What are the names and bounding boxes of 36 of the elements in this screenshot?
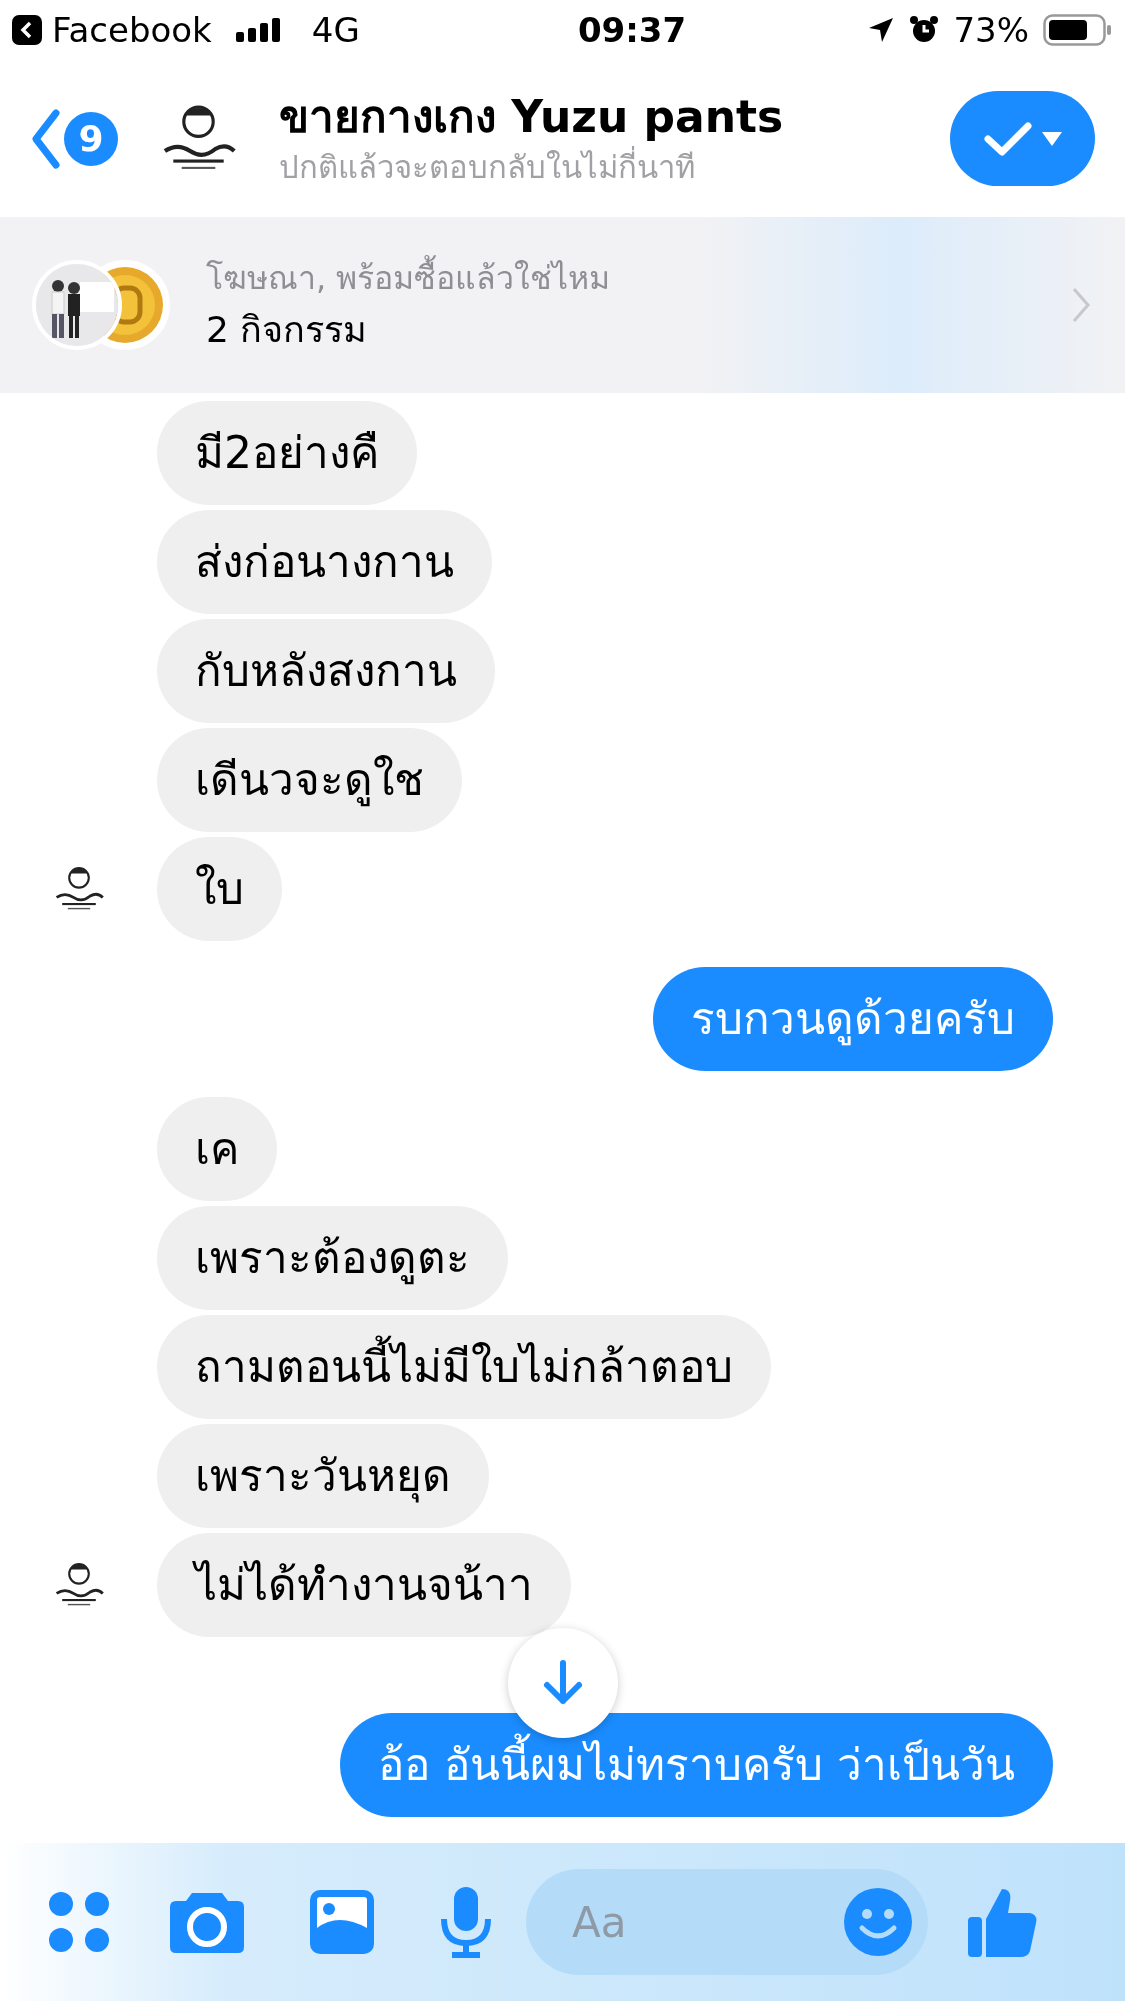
network-label: 4G — [311, 8, 360, 52]
ad-banner[interactable]: โฆษณา, พร้อมซื้อแล้วใช่ไหม 2 กิจกรรม — [0, 217, 1125, 393]
message-bubble: เพราะต้องดูตะ — [157, 1206, 508, 1310]
alarm-clock-icon — [909, 15, 940, 45]
message-bubble: อ้อ อันนี้ผมไม่ทราบครับ ว่าเป็นวัน — [340, 1713, 1053, 1817]
ad-activity-count: 2 กิจกรรม — [206, 308, 369, 352]
back-icon[interactable] — [30, 108, 60, 169]
message-bubble: เดีนวจะดูใช — [157, 728, 462, 832]
ad-label: โฆษณา, พร้อมซื้อแล้วใช่ไหม — [206, 253, 611, 303]
caret-icon — [1041, 131, 1062, 146]
battery-percent: 73% — [953, 8, 1029, 52]
message-bubble: กับหลังสงกาน — [157, 619, 495, 723]
chat-title: ขายกางเกง Yuzu pants — [279, 89, 784, 144]
location-arrow-icon — [867, 16, 896, 44]
back-app-label[interactable]: Facebook — [52, 4, 212, 56]
message-field[interactable]: Aa — [526, 1869, 928, 1975]
message-bubble: มี2อย่างคื — [157, 401, 417, 505]
smiley-icon[interactable] — [842, 1886, 914, 1958]
check-icon — [983, 120, 1032, 157]
chat-subtitle: ปกติแล้วจะตอบกลับในไม่กี่นาที — [279, 145, 696, 187]
apps-icon[interactable] — [48, 1891, 110, 1953]
message-bubble: ส่งก่อนางกาน — [157, 510, 492, 614]
message-bubble: เค — [157, 1097, 277, 1201]
message-bubble: รบกวนดูด้วยครับ — [653, 967, 1053, 1071]
battery-icon — [1043, 14, 1113, 46]
message-bubble: เพราะวันหยุด — [157, 1424, 489, 1528]
chevron-right-icon — [1071, 285, 1091, 325]
unread-count-badge: 9 — [64, 111, 118, 166]
clock-time: 09:37 — [576, 8, 688, 52]
image-icon[interactable] — [308, 1888, 376, 1956]
microphone-icon[interactable] — [438, 1885, 494, 1959]
back-app-icon[interactable] — [12, 15, 42, 45]
message-bubble: ไม่ได้ทำงานจน้าา — [157, 1533, 571, 1637]
message-bubble: ถามตอนนี้ไม่มีใบไม่กล้าตอบ — [157, 1315, 771, 1419]
message-bubble: ใบ — [157, 837, 282, 941]
arrow-down-icon — [541, 1659, 585, 1707]
